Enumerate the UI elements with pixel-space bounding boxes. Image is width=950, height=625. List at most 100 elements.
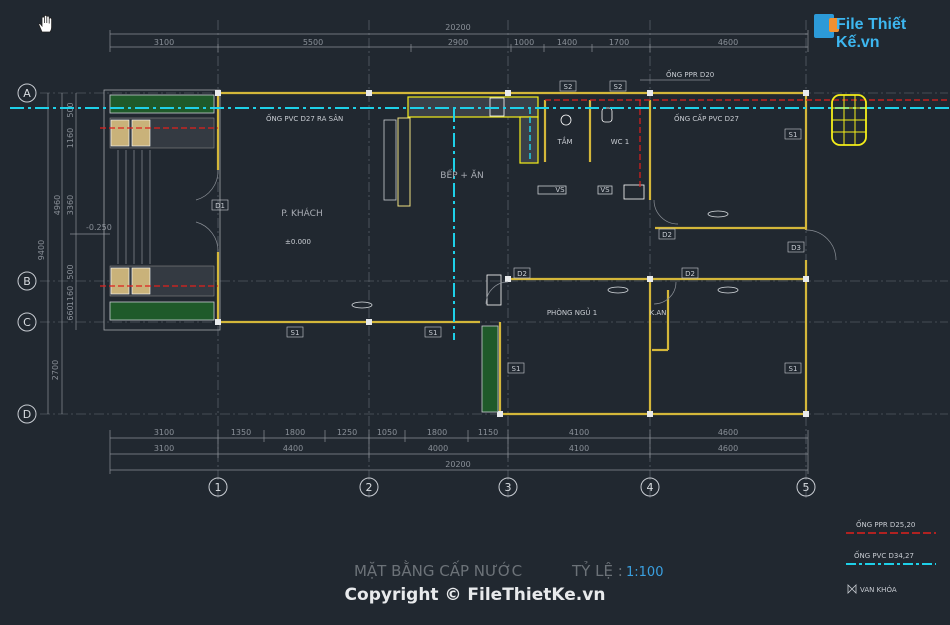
dim-bottom-seg: 4100 [569, 444, 589, 453]
dim-top-seg: 2900 [448, 38, 468, 47]
dim-bottom-seg: 3100 [154, 428, 174, 437]
window-tag: S2 [564, 83, 573, 91]
grid-label-c: C [23, 316, 31, 329]
ceiling-fan [607, 286, 629, 294]
window-tag: S2 [614, 83, 623, 91]
door-swing [195, 221, 219, 253]
room-label-wc: WC 1 [611, 138, 630, 146]
dim-bottom-seg: 4400 [283, 444, 303, 453]
dim-bottom-seg: 1050 [377, 428, 397, 437]
window-tag: S1 [429, 329, 438, 337]
dim-top-total: 20200 [445, 23, 470, 32]
valve-icon [847, 584, 857, 594]
ceiling-fan [717, 286, 739, 294]
dim-bottom-seg: 4600 [718, 428, 738, 437]
planter-box [109, 94, 215, 114]
door-tag: D3 [791, 244, 801, 252]
window-tag: S1 [512, 365, 521, 373]
door-swing [805, 229, 837, 261]
dim-bottom-seg: 1350 [231, 428, 251, 437]
window-tag: S1 [789, 131, 798, 139]
pillar [131, 119, 151, 147]
sink-tag: VS [600, 186, 610, 194]
dim-left-outer: 2700 [51, 360, 60, 380]
fridge [486, 274, 502, 306]
front-porch [103, 89, 221, 331]
scale-label: TỶ LỆ : [571, 560, 623, 580]
top-dimensions: 20200 3100 5500 2900 1000 1400 1700 4600 [109, 23, 809, 52]
room-label-closet: K.AN [650, 309, 667, 317]
dim-top-seg: 1700 [609, 38, 629, 47]
toilet [601, 107, 613, 123]
pipe-label-yard: ỐNG PVC D27 RA SÂN [266, 113, 343, 123]
dim-bottom-seg: 4000 [428, 444, 448, 453]
room-label-bath: TẮM [556, 136, 572, 146]
room-label-kitchen: BẾP + ĂN [440, 169, 483, 181]
scale-value: 1:100 [626, 565, 663, 580]
pillar [110, 267, 130, 295]
title-block: MẶT BẰNG CẤP NƯỚC TỶ LỆ : 1:100 Copyrigh… [345, 559, 664, 605]
dining-table [383, 119, 397, 201]
legend-label: ỐNG PVC D34,27 [854, 550, 914, 560]
kitchen-counter [383, 96, 539, 207]
dim-left-outer: 9400 [37, 240, 46, 260]
door-tag: D2 [662, 231, 672, 239]
dim-top-seg: 5500 [303, 38, 323, 47]
dim-top-seg: 4600 [718, 38, 738, 47]
grid-label-b: B [23, 275, 31, 288]
drawing-title: MẶT BẰNG CẤP NƯỚC [354, 559, 522, 580]
water-tank [831, 94, 867, 146]
dining-bench [397, 117, 411, 207]
grid-label-5: 5 [803, 481, 810, 494]
door-swing [653, 199, 679, 225]
row-grid-bubbles: A B C D [17, 83, 37, 424]
copyright-text: Copyright © FileThietKe.vn [345, 585, 606, 605]
dim-bottom-seg: 4600 [718, 444, 738, 453]
dim-bottom-seg: 4100 [569, 428, 589, 437]
room-labels: P. KHÁCH BẾP + ĂN TẮM WC 1 PHÒNG NGỦ 1 K… [281, 136, 666, 317]
legend-label: VAN KHÓA [860, 585, 897, 594]
ceiling-fans [351, 210, 739, 309]
dim-left-inner: 4960 [53, 195, 62, 215]
door-tag: D2 [517, 270, 527, 278]
dim-left-inner: 1160 [66, 286, 75, 306]
legend-label: ỐNG PPR D25,20 [856, 519, 915, 529]
floor-plan-svg: 20200 3100 5500 2900 1000 1400 1700 4600… [10, 20, 950, 605]
pipe-label-ppr: ỐNG PPR D20 [666, 69, 714, 79]
bathroom-fixtures [481, 107, 645, 413]
pillar [131, 267, 151, 295]
grid-label-3: 3 [505, 481, 512, 494]
grid-label-2: 2 [366, 481, 373, 494]
door-tag: D1 [215, 202, 225, 210]
dim-left-inner: 500 [66, 102, 75, 117]
dim-left-inner: 1160 [66, 128, 75, 148]
left-dimensions: 9400 2700 500 1160 3360 4960 500 1160 66… [37, 93, 112, 414]
pillar [110, 119, 130, 147]
door-swing [195, 169, 219, 201]
dim-left-inner: 3360 [66, 195, 75, 215]
door-tag: D2 [685, 270, 695, 278]
window-tag: S1 [789, 365, 798, 373]
grid-label-1: 1 [215, 481, 222, 494]
dim-bottom-seg: 1800 [285, 428, 305, 437]
grid-label-4: 4 [647, 481, 654, 494]
dim-left-inner: 660 [66, 305, 75, 320]
dim-bottom-seg: 3100 [154, 444, 174, 453]
dim-top-seg: 3100 [154, 38, 174, 47]
dim-bottom-seg: 1250 [337, 428, 357, 437]
sink-tag: VS [555, 186, 565, 194]
dim-left-inner: 500 [66, 264, 75, 279]
door-swing [485, 281, 509, 305]
dim-bottom-seg: 1800 [427, 428, 447, 437]
door-swing [653, 281, 677, 305]
level-mark: -0.250 [86, 223, 112, 232]
column-grid-bubbles: 1 2 3 4 5 [208, 477, 816, 497]
window-tag: S1 [291, 329, 300, 337]
dim-top-seg: 1000 [514, 38, 534, 47]
dim-top-seg: 1400 [557, 38, 577, 47]
floor-level: ±0.000 [285, 238, 311, 246]
legend: ỐNG PPR D25,20 ỐNG PVC D34,27 VAN KHÓA [846, 519, 936, 594]
cad-drawing-viewport[interactable]: File Thiết Kế.vn 20200 3100 5500 2900 10… [0, 0, 950, 625]
room-label-living: P. KHÁCH [281, 207, 322, 219]
dim-bottom-total: 20200 [445, 460, 470, 469]
